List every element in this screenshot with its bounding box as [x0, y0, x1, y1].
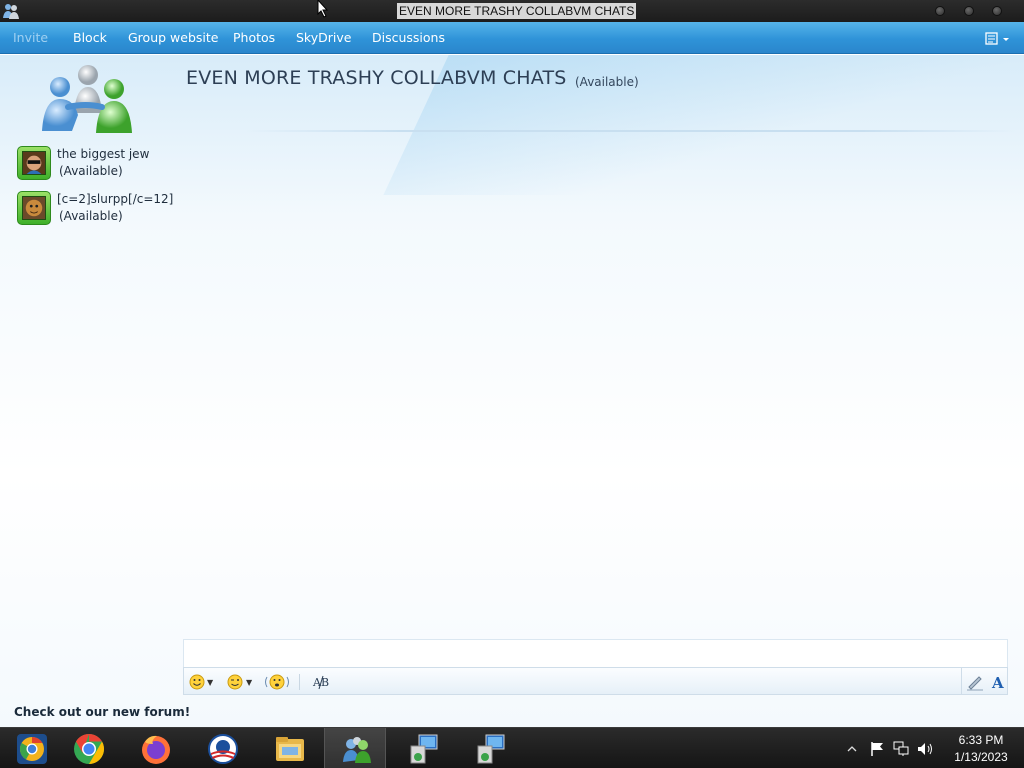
formatting-tools: A: [961, 668, 1008, 694]
handwriting-button[interactable]: [966, 672, 984, 692]
window-title-bar: EVEN MORE TRASHY COLLABVM CHATS: [0, 0, 1024, 22]
close-button[interactable]: [992, 6, 1002, 16]
chevron-down-icon: ▼: [246, 677, 253, 687]
network-button[interactable]: [893, 741, 909, 761]
window-title: EVEN MORE TRASHY COLLABVM CHATS: [397, 3, 637, 19]
font-icon: A: [991, 674, 1004, 691]
clock-date[interactable]: 1/13/2023: [950, 750, 1012, 764]
messenger-icon: [343, 737, 371, 763]
contact-name: the biggest jew: [57, 147, 150, 161]
taskbar-remote-desktop-2[interactable]: [459, 728, 521, 768]
header-divider: [246, 130, 1016, 132]
contact-name: [c=2]slurpp[/c=12]: [57, 192, 174, 206]
group-buddies-icon: [42, 65, 132, 133]
menu-invite[interactable]: Invite: [13, 22, 48, 54]
font-button[interactable]: A: [990, 672, 1006, 692]
conversation-status: (Available): [575, 75, 639, 89]
contact-avatar-image: [22, 151, 46, 175]
spell-check-button[interactable]: AB: [312, 672, 330, 692]
menu-block[interactable]: Block: [73, 22, 107, 54]
message-input[interactable]: [183, 639, 1008, 667]
nudge-button[interactable]: [264, 672, 290, 692]
mouse-cursor-icon: [317, 0, 329, 18]
taskbar: 6:33 PM 1/13/2023: [0, 727, 1024, 768]
taskbar-chrome[interactable]: [57, 728, 119, 768]
avatar: [17, 191, 51, 225]
contact-status: (Available): [59, 209, 123, 223]
menu-skydrive[interactable]: SkyDrive: [296, 22, 351, 54]
contact-avatar-image: [22, 196, 46, 220]
pen-icon: [967, 676, 983, 691]
taskbar-obama[interactable]: [191, 728, 253, 768]
conversation-title: EVEN MORE TRASHY COLLABVM CHATS: [186, 67, 567, 89]
maximize-button[interactable]: [964, 6, 974, 16]
taskbar-firefox[interactable]: [124, 728, 186, 768]
firefox-icon: [142, 735, 170, 764]
action-center-button[interactable]: [869, 741, 885, 761]
messenger-app-icon[interactable]: [2, 2, 20, 20]
emoticon-button[interactable]: ▼: [189, 672, 213, 692]
menu-discussions[interactable]: Discussions: [372, 22, 445, 54]
taskbar-chrome-canary[interactable]: [0, 728, 62, 768]
taskbar-remote-desktop-1[interactable]: [392, 728, 454, 768]
contact-item[interactable]: the biggest jew (Available): [17, 146, 177, 182]
menu-photos[interactable]: Photos: [233, 22, 275, 54]
nudge-icon: [265, 674, 289, 690]
conversation-pane: EVEN MORE TRASHY COLLABVM CHATS (Availab…: [0, 55, 1024, 727]
wink-icon: [227, 674, 243, 690]
contact-item[interactable]: [c=2]slurpp[/c=12] (Available): [17, 191, 177, 227]
promo-link[interactable]: Check out our new forum!: [14, 705, 190, 719]
network-icon: [893, 741, 909, 756]
taskbar-file-explorer[interactable]: [258, 728, 320, 768]
taskbar-messenger[interactable]: [324, 728, 386, 768]
file-explorer-icon: [276, 737, 304, 761]
volume-button[interactable]: [917, 741, 935, 761]
compose-toolbar: ▼ ▼ AB: [183, 667, 1008, 695]
options-menu-button[interactable]: [985, 31, 1013, 47]
show-hidden-icons-button[interactable]: [847, 741, 857, 760]
avatar: [17, 146, 51, 180]
minimize-button[interactable]: [935, 6, 945, 16]
wink-button[interactable]: ▼: [226, 672, 252, 692]
contact-status: (Available): [59, 164, 123, 178]
remote-desktop-icon: [477, 734, 505, 764]
volume-icon: [918, 743, 932, 755]
chevron-up-icon: [847, 746, 857, 752]
options-icon: [985, 32, 1009, 45]
svg-text:A: A: [991, 674, 1004, 691]
remote-desktop-icon: [410, 734, 438, 764]
clock-time[interactable]: 6:33 PM: [950, 733, 1012, 747]
flag-icon: [871, 742, 883, 756]
chrome-icon: [74, 734, 105, 764]
spell-check-icon: AB: [312, 675, 329, 690]
chevron-down-icon: ▼: [207, 677, 214, 687]
group-menu-bar: Invite Block Group website Photos SkyDri…: [0, 22, 1024, 54]
toolbar-divider: [299, 674, 300, 690]
obama-logo-icon: [208, 734, 238, 764]
menu-group-website[interactable]: Group website: [128, 22, 218, 54]
chrome-canary-icon: [17, 734, 47, 764]
smiley-icon: [189, 674, 205, 690]
